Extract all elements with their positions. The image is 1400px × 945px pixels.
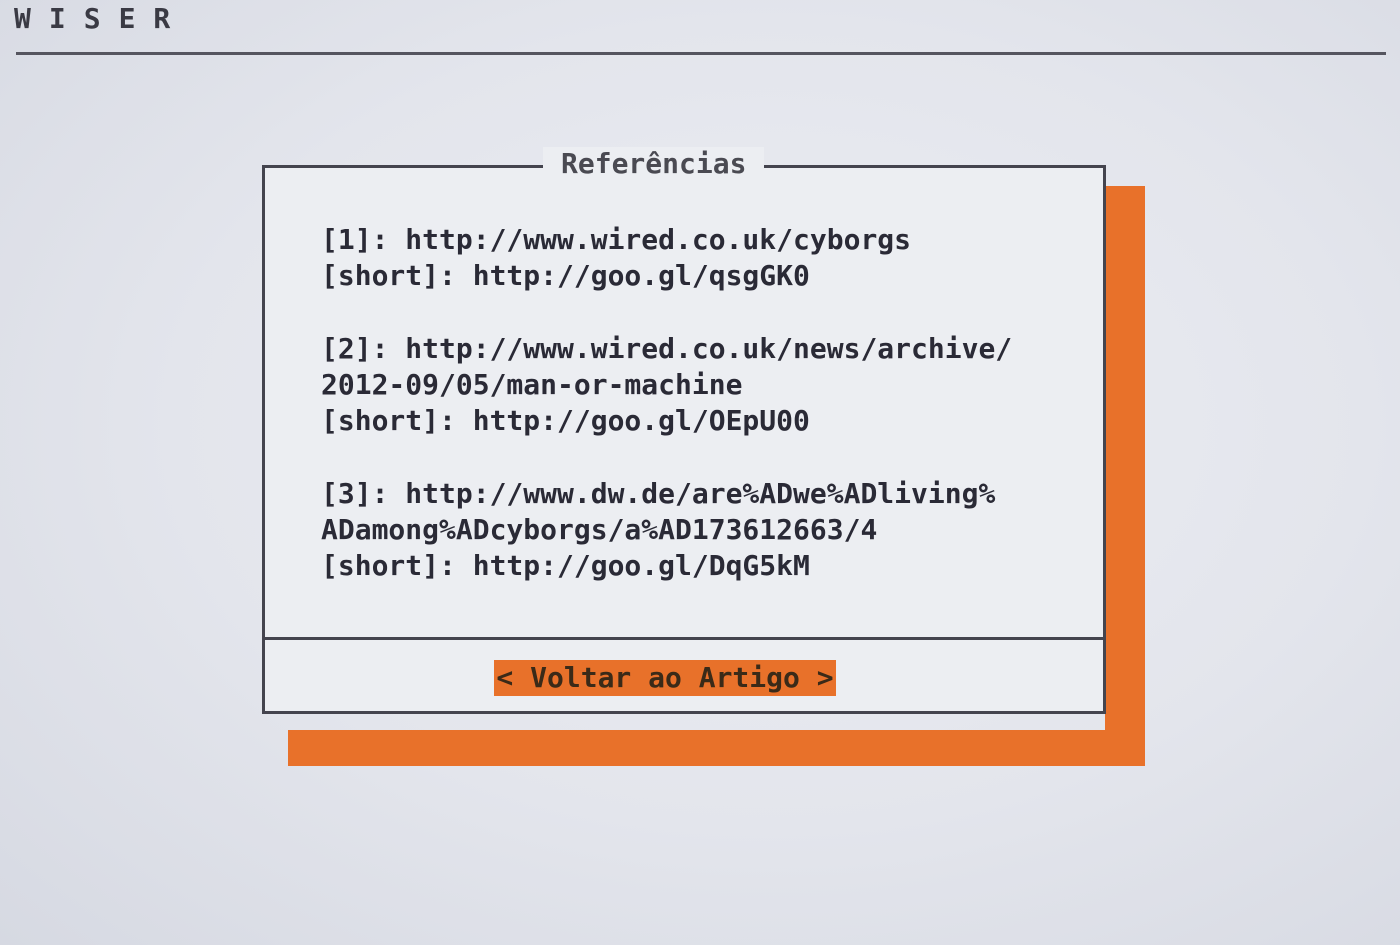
reference-1-url: [1]: http://www.wired.co.uk/cyborgs	[321, 223, 912, 256]
dialog-title: Referências	[543, 147, 765, 180]
reference-3-url: [3]: http://www.dw.de/are%ADwe%ADliving%	[321, 477, 996, 510]
reference-2-url-continued: 2012-09/05/man-or-machine	[321, 368, 743, 401]
reference-entry-2: [2]: http://www.wired.co.uk/news/archive…	[321, 331, 1091, 439]
dialog-shadow-bottom	[288, 730, 1145, 766]
reference-list: [1]: http://www.wired.co.uk/cyborgs [sho…	[321, 222, 1091, 621]
reference-entry-1: [1]: http://www.wired.co.uk/cyborgs [sho…	[321, 222, 1091, 294]
references-dialog: Referências [1]: http://www.wired.co.uk/…	[262, 147, 1106, 714]
reference-1-short-url: [short]: http://goo.gl/qsgGK0	[321, 259, 810, 292]
reference-3-short-url: [short]: http://goo.gl/DqG5kM	[321, 549, 810, 582]
reference-3-url-continued: ADamong%ADcyborgs/a%AD17361266З/4	[321, 513, 878, 546]
reference-entry-3: [3]: http://www.dw.de/are%ADwe%ADliving%…	[321, 476, 1091, 584]
app-title: WISER	[14, 2, 189, 35]
dialog-button-divider	[265, 637, 1103, 640]
reference-2-url: [2]: http://www.wired.co.uk/news/archive…	[321, 332, 1013, 365]
header-divider	[16, 52, 1386, 55]
back-to-article-button[interactable]: < Voltar ao Artigo >	[494, 660, 836, 696]
dialog-shadow-right	[1105, 186, 1145, 766]
reference-2-short-url: [short]: http://goo.gl/OEpU00	[321, 404, 810, 437]
